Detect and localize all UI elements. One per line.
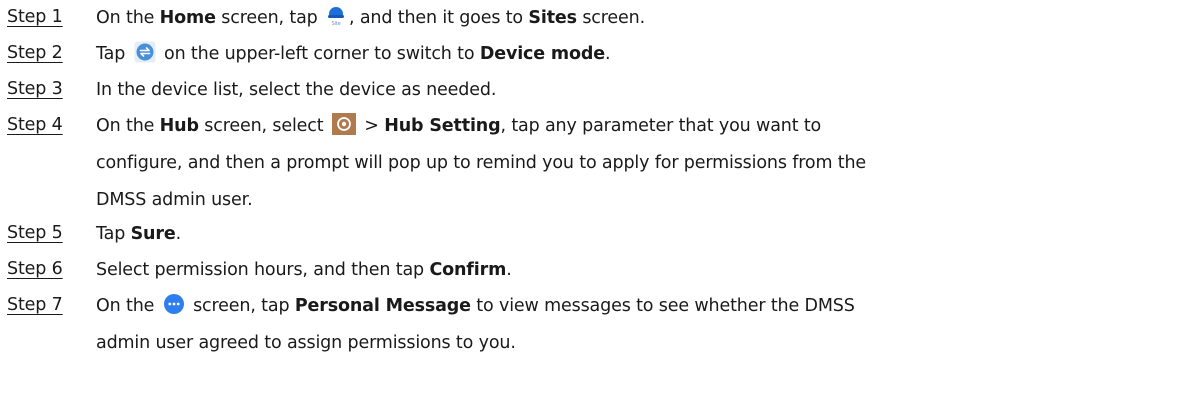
step-text-segment: to view messages to see whether the DMSS	[470, 296, 855, 316]
step-text-segment: screen, tap	[187, 296, 295, 316]
step-text-segment: .	[175, 224, 182, 244]
step-text-segment: , and then it goes to	[349, 8, 529, 28]
step-text-segment: , tap any parameter that you want to	[500, 116, 822, 136]
message-icon	[163, 293, 185, 315]
switch-mode-icon	[134, 41, 156, 63]
step-text-segment: Tap	[96, 44, 131, 64]
step-label: Step 4	[7, 115, 63, 135]
step-text-segment: screen, select	[198, 116, 329, 136]
ui-term-sites: Sites	[528, 8, 577, 28]
step-text-segment: Select permission hours, and then tap	[96, 260, 430, 280]
step-label: Step 2	[7, 43, 63, 63]
step-text-segment: In the device list, select the device as…	[96, 80, 497, 100]
step-text: In the device list, select the device as…	[96, 72, 1166, 109]
step-text: Tap on the upper-left corner to switch t…	[96, 36, 1166, 73]
svg-text:Site: Site	[332, 21, 341, 27]
ui-term-personal-message: Personal Message	[294, 296, 471, 316]
step-text-segment: on the upper-left corner to switch to	[158, 44, 480, 64]
step-text: On the Home screen, tap Site , and then …	[96, 0, 1166, 37]
step-text-segment: screen.	[576, 8, 646, 28]
ui-term-sure: Sure	[130, 224, 176, 244]
step-text-segment: .	[506, 260, 512, 280]
step-text: On the screen, tap Personal Message to v…	[96, 288, 1166, 362]
step-text-segment: screen, tap	[215, 8, 324, 28]
ui-term-hub: Hub	[159, 116, 199, 136]
step-text: Tap Sure.	[96, 216, 1166, 253]
step-text-segment: >	[358, 116, 385, 136]
step-text-segment: On the	[96, 8, 160, 28]
ui-term-device-mode: Device mode	[479, 44, 605, 64]
step-label: Step 1	[7, 7, 63, 27]
step-label: Step 6	[7, 259, 63, 279]
step-text: On the Hub screen, select > Hub Setting,…	[96, 108, 1166, 219]
step-text-segment: Tap	[96, 224, 131, 244]
step-label: Step 5	[7, 223, 63, 243]
step-text-line: admin user agreed to assign permissions …	[96, 333, 516, 353]
step-text-segment: On the	[96, 296, 160, 316]
step-text: Select permission hours, and then tap Co…	[96, 252, 1166, 289]
ui-term-confirm: Confirm	[429, 260, 507, 280]
ui-term-hub-setting: Hub Setting	[384, 116, 501, 136]
site-icon: Site	[326, 5, 346, 27]
settings-icon	[331, 113, 356, 135]
step-text-line: configure, and then a prompt will pop up…	[96, 153, 867, 173]
step-text-line: DMSS admin user.	[96, 190, 253, 210]
step-label: Step 7	[7, 295, 63, 315]
ui-term-home: Home	[159, 8, 216, 28]
step-text-segment: On the	[96, 116, 160, 136]
step-text-segment: .	[604, 44, 611, 64]
step-label: Step 3	[7, 79, 63, 99]
